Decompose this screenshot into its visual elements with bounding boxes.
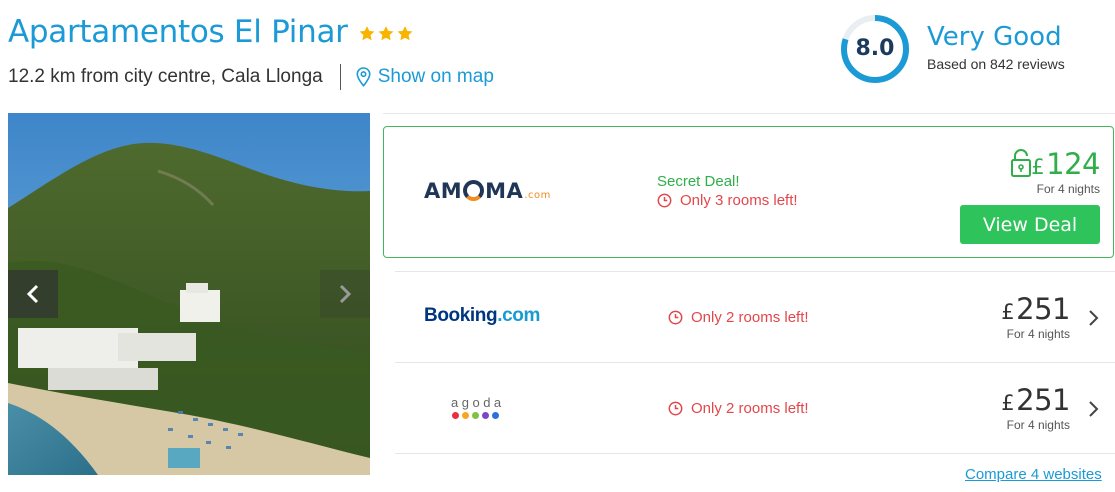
logo-text-tail: MA	[485, 179, 524, 203]
logo-suffix: .com	[497, 305, 540, 326]
logo-dots	[452, 412, 505, 419]
logo-text: Booking	[424, 305, 498, 326]
deal-card-amoma[interactable]: AM MA .com Secret Deal! Only 3 rooms left!…	[383, 126, 1114, 258]
price-value: 251	[1016, 383, 1070, 417]
price-block: £251 For 4 nights	[1001, 292, 1070, 341]
logo-text: AM	[424, 179, 463, 203]
price: £251	[1001, 292, 1070, 326]
secret-deal-label: Secret Deal!	[657, 173, 740, 190]
rooms-left-text: Only 2 rooms left!	[691, 309, 809, 326]
star-rating	[358, 25, 414, 42]
chevron-left-icon	[26, 284, 39, 304]
clock-icon	[657, 193, 672, 208]
price: £124	[1031, 147, 1100, 181]
clock-icon	[668, 401, 683, 416]
unlock-icon	[1011, 149, 1031, 177]
rating-label: Very Good	[927, 22, 1062, 52]
hotel-photo-image	[8, 113, 370, 475]
nights-label: For 4 nights	[1006, 327, 1070, 341]
carousel-next-button[interactable]	[320, 270, 370, 318]
divider	[339, 64, 341, 90]
currency-symbol: £	[1001, 391, 1015, 415]
deal-row-booking[interactable]: Booking.com Only 2 rooms left! £251 For …	[395, 271, 1115, 362]
divider	[383, 113, 1115, 114]
deal-status: Only 2 rooms left!	[668, 309, 809, 326]
deal-row-agoda[interactable]: agoda Only 2 rooms left! £251 For 4 nigh…	[395, 362, 1115, 453]
view-deal-button[interactable]: View Deal	[960, 205, 1100, 244]
deal-status: Secret Deal! Only 3 rooms left!	[657, 173, 798, 209]
price-value: 124	[1046, 147, 1100, 181]
currency-symbol: £	[1001, 300, 1015, 324]
logo-o-ring	[463, 180, 485, 201]
provider-logo-amoma: AM MA .com	[424, 177, 551, 203]
rooms-left-text: Only 2 rooms left!	[691, 400, 809, 417]
provider-logo-agoda: agoda	[451, 395, 505, 419]
rooms-left: Only 2 rooms left!	[668, 400, 809, 417]
price-value: 251	[1016, 292, 1070, 326]
rooms-left-text: Only 3 rooms left!	[680, 192, 798, 209]
price-block: £124 For 4 nights	[1031, 147, 1100, 196]
hotel-photo	[8, 113, 370, 475]
location-row: 12.2 km from city centre, Cala Llonga Sh…	[8, 64, 494, 90]
rating-score: 8.0	[855, 36, 895, 61]
rooms-left: Only 2 rooms left!	[668, 309, 809, 326]
location-text: 12.2 km from city centre, Cala Llonga	[8, 66, 323, 87]
star-icon	[397, 26, 413, 41]
map-pin-icon	[356, 67, 371, 87]
logo-text: agoda	[451, 395, 505, 410]
currency-symbol: £	[1031, 155, 1045, 179]
divider	[395, 453, 1115, 454]
chevron-right-icon	[1089, 401, 1099, 417]
nights-label: For 4 nights	[1036, 182, 1100, 196]
chevron-right-icon	[339, 284, 352, 304]
star-icon	[378, 26, 394, 41]
chevron-right-icon	[1089, 310, 1099, 326]
show-on-map-label: Show on map	[377, 66, 494, 87]
star-icon	[359, 26, 375, 41]
clock-icon	[668, 310, 683, 325]
provider-logo-booking: Booking.com	[424, 305, 540, 327]
hotel-name: Apartamentos El Pinar	[8, 14, 348, 50]
compare-websites-link[interactable]: Compare 4 websites	[965, 466, 1102, 483]
price: £251	[1001, 383, 1070, 417]
deal-status: Only 2 rooms left!	[668, 400, 809, 417]
rooms-left: Only 3 rooms left!	[657, 192, 798, 209]
nights-label: For 4 nights	[1006, 418, 1070, 432]
show-on-map-link[interactable]: Show on map	[356, 66, 494, 88]
logo-suffix: .com	[524, 190, 551, 201]
carousel-prev-button[interactable]	[8, 270, 58, 318]
price-block: £251 For 4 nights	[1001, 383, 1070, 432]
review-count: Based on 842 reviews	[927, 56, 1065, 72]
